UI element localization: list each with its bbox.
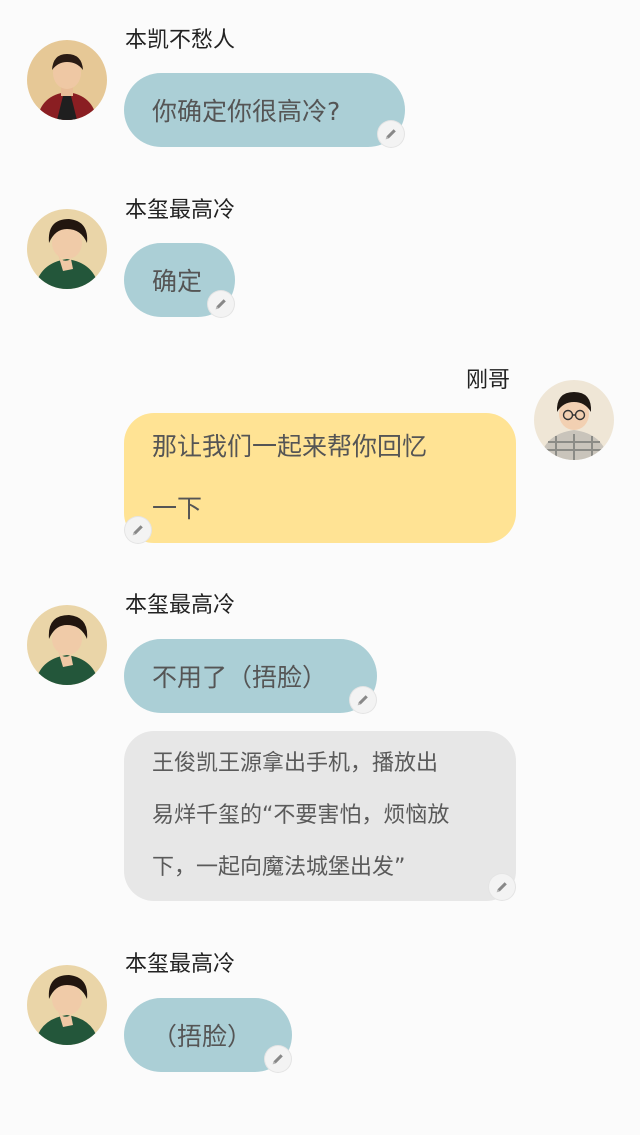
pencil-icon	[385, 129, 396, 140]
avatar-qian[interactable]	[27, 605, 107, 685]
edit-button[interactable]	[208, 291, 234, 317]
avatar-kai-image	[27, 40, 107, 120]
narration-text: 王俊凯王源拿出手机，播放出 易烊千玺的“不要害怕，烦恼放 下，一起向魔法城堡出发…	[152, 751, 450, 880]
sender-name: 刚哥	[466, 368, 511, 393]
message-text: 确定	[152, 267, 203, 296]
avatar-qian-image	[27, 965, 107, 1045]
pencil-icon	[272, 1054, 283, 1065]
chat-bubble[interactable]: 不用了（捂脸）	[124, 639, 377, 713]
sender-name: 本玺最高冷	[125, 593, 236, 618]
sender-name: 本玺最高冷	[125, 952, 236, 977]
chat-bubble[interactable]: 你确定你很高冷?	[124, 73, 405, 147]
narration-bubble[interactable]: 王俊凯王源拿出手机，播放出 易烊千玺的“不要害怕，烦恼放 下，一起向魔法城堡出发…	[124, 731, 516, 901]
pencil-icon	[357, 695, 368, 706]
message-text: 你确定你很高冷?	[152, 97, 341, 126]
avatar-qian-image	[27, 605, 107, 685]
message-text: （捂脸）	[152, 1022, 253, 1051]
message-text: 不用了（捂脸）	[152, 663, 328, 692]
edit-button[interactable]	[489, 874, 515, 900]
chat-bubble[interactable]: 那让我们一起来帮你回忆 一下	[124, 413, 516, 543]
sender-name: 本玺最高冷	[125, 198, 236, 223]
avatar-qian[interactable]	[27, 965, 107, 1045]
avatar-kai[interactable]	[27, 40, 107, 120]
pencil-icon	[496, 882, 507, 893]
sender-name: 本凯不愁人	[125, 28, 236, 53]
avatar-qian-image	[27, 209, 107, 289]
edit-button[interactable]	[350, 687, 376, 713]
avatar-qian[interactable]	[27, 209, 107, 289]
avatar-gang[interactable]	[534, 380, 614, 460]
edit-button[interactable]	[265, 1046, 291, 1072]
pencil-icon	[132, 525, 143, 536]
edit-button[interactable]	[378, 121, 404, 147]
pencil-icon	[215, 299, 226, 310]
avatar-gang-image	[534, 380, 614, 460]
message-text: 那让我们一起来帮你回忆 一下	[152, 432, 428, 523]
edit-button[interactable]	[125, 517, 151, 543]
